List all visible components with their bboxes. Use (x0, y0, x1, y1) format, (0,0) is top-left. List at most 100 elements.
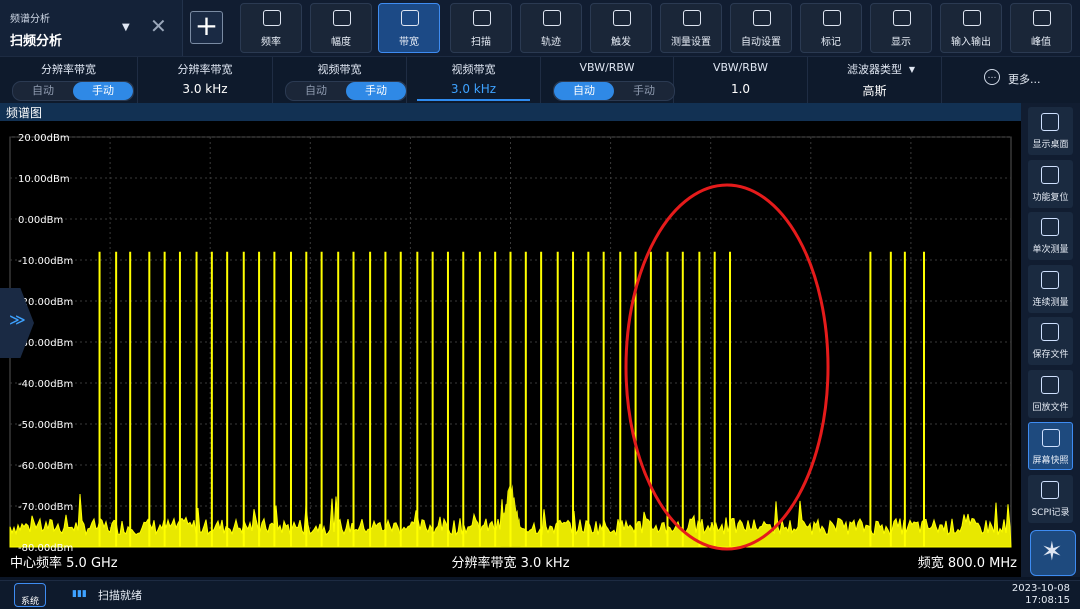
quick-button-2[interactable]: 单次测量 (1028, 212, 1073, 260)
toggle-manual[interactable]: 手动 (73, 82, 133, 100)
toggle-auto[interactable]: 自动 (286, 82, 346, 100)
mode-name: 扫频分析 (10, 34, 63, 49)
quick-button-label: 功能复位 (1032, 192, 1069, 203)
auto-manual-toggle[interactable]: 自动 手动 (553, 81, 675, 101)
setting-value[interactable]: 高斯 (808, 82, 941, 99)
quick-button-4[interactable]: 保存文件 (1028, 317, 1073, 365)
quick-button-label: 屏幕快照 (1032, 456, 1069, 466)
more-button[interactable]: 更多... (1008, 71, 1041, 87)
setting-cell-1[interactable]: 分辨率带宽 3.0 kHz (138, 57, 273, 103)
y-tick-label: -10.00dBm (18, 256, 73, 267)
tab-icon (473, 10, 491, 26)
toggle-manual[interactable]: 手动 (614, 82, 674, 100)
tab-0[interactable]: 频率 (240, 3, 302, 53)
quick-button-0[interactable]: 显示桌面 (1028, 107, 1073, 155)
quick-button-1[interactable]: 功能复位 (1028, 159, 1073, 208)
tab-10[interactable]: 输入输出 (940, 3, 1002, 53)
setting-title: 视频带宽 (451, 63, 496, 76)
quick-button-label: 单次测量 (1032, 245, 1069, 255)
tab-5[interactable]: 触发 (590, 3, 652, 53)
tab-label: 测量设置 (671, 37, 711, 48)
tab-icon (963, 10, 981, 26)
tab-label: 标记 (821, 37, 841, 48)
tab-7[interactable]: 自动设置 (730, 3, 792, 53)
tab-icon (613, 10, 631, 26)
setting-cell-4[interactable]: VBW/RBW 自动 手动 (541, 57, 675, 103)
quick-button-label: SCPI记录 (1031, 507, 1070, 518)
setting-title: 滤波器类型 (847, 63, 902, 76)
tab-label: 峰值 (1031, 37, 1051, 48)
quick-button-icon (1041, 113, 1059, 131)
quick-button-icon (1041, 480, 1059, 499)
time-text: 17:08:15 (1025, 595, 1070, 606)
tab-8[interactable]: 标记 (800, 3, 862, 53)
spectrum-plot[interactable]: 20.00dBm 10.00dBm 0.00dBm -10.00dBm -20.00dB… (0, 121, 1021, 577)
spectrum-title: 频谱图 (6, 106, 43, 120)
spectrum-panel-title: 频谱图 (0, 103, 1021, 121)
quick-button-label: 回放文件 (1032, 402, 1069, 413)
y-tick-label: -50.00dBm (18, 420, 73, 431)
setting-title: VBW/RBW (579, 61, 635, 74)
selection-underline (417, 99, 530, 101)
setting-value[interactable]: 3.0 kHz (138, 82, 272, 96)
tab-icon (543, 10, 561, 26)
tab-label: 幅度 (331, 37, 351, 48)
date-text: 2023-10-08 (1011, 583, 1070, 594)
app-menu-button[interactable]: ✶ (1030, 530, 1076, 576)
y-tick-label: -40.00dBm (18, 379, 73, 390)
setting-cell-5[interactable]: VBW/RBW 1.0 (674, 57, 808, 103)
toggle-manual[interactable]: 手动 (346, 82, 406, 100)
tab-3[interactable]: 扫描 (450, 3, 512, 53)
y-tick-label: 20.00dBm (18, 133, 70, 144)
tab-2[interactable]: 带宽 (378, 3, 440, 53)
tab-label: 输入输出 (951, 37, 991, 48)
auto-manual-toggle[interactable]: 自动 手动 (285, 81, 407, 101)
setting-title: 视频带宽 (317, 63, 362, 76)
quick-button-5[interactable]: 回放文件 (1028, 369, 1073, 418)
quick-button-7[interactable]: SCPI记录 (1028, 474, 1073, 523)
top-toolbar: 频谱分析 扫频分析 ▼ ✕ + 频率 幅度 带宽 扫描 轨迹 触发 测量设置 自动设置 标记 显示… (0, 0, 1080, 56)
add-window-button[interactable]: + (190, 11, 223, 44)
system-button[interactable]: 系统 (14, 583, 46, 607)
quick-button-3[interactable]: 连续测量 (1028, 264, 1073, 313)
y-tick-label: 0.00dBm (18, 215, 63, 226)
mode-category: 频谱分析 (10, 14, 50, 25)
setting-cell-6[interactable]: 滤波器类型高斯 ▼ (808, 57, 942, 103)
chevron-down-icon: ▼ (908, 65, 915, 74)
quick-button-icon (1041, 165, 1059, 184)
spectrum-chart[interactable]: 20.00dBm10.00dBm0.00dBm-10.00dBm-20.00dB… (0, 121, 1021, 577)
setting-cell-2[interactable]: 视频带宽自动 手动 (273, 57, 407, 103)
setting-value[interactable]: 3.0 kHz (407, 82, 540, 96)
setting-title: 分辨率带宽 (177, 63, 233, 76)
more-icon[interactable]: … (984, 69, 1000, 85)
quick-button-icon (1041, 323, 1059, 341)
rbw-label: 分辨率带宽 3.0 kHz (451, 555, 569, 571)
y-tick-label: 10.00dBm (18, 174, 70, 185)
tab-label: 带宽 (399, 37, 419, 48)
quick-button-label: 保存文件 (1032, 350, 1069, 360)
close-icon[interactable]: ✕ (150, 16, 167, 36)
tab-icon (823, 10, 841, 26)
setting-cell-3[interactable]: 视频带宽 3.0 kHz (407, 57, 541, 103)
toggle-auto[interactable]: 自动 (13, 82, 73, 100)
tab-1[interactable]: 幅度 (310, 3, 372, 53)
toggle-auto[interactable]: 自动 (554, 82, 614, 100)
quick-button-6[interactable]: 屏幕快照 (1028, 422, 1073, 470)
center-frequency-label: 中心频率 5.0 GHz (10, 555, 118, 571)
tab-6[interactable]: 测量设置 (660, 3, 722, 53)
quick-button-icon (1041, 218, 1059, 236)
tab-icon (333, 10, 351, 26)
tab-11[interactable]: 峰值 (1010, 3, 1072, 53)
span-label: 频宽 800.0 MHz (918, 555, 1017, 571)
tab-4[interactable]: 轨迹 (520, 3, 582, 53)
setting-value[interactable]: 1.0 (674, 82, 807, 96)
setting-cell-0[interactable]: 分辨率带宽 自动 手动 (0, 57, 138, 103)
y-tick-label: -60.00dBm (18, 461, 73, 472)
tab-icon (263, 10, 281, 26)
tab-9[interactable]: 显示 (870, 3, 932, 53)
auto-manual-toggle[interactable]: 自动 手动 (12, 81, 134, 101)
right-quick-bar: 显示桌面功能复位单次测量连续测量保存文件回放文件屏幕快照 SCPI记录 (1021, 103, 1080, 577)
tab-icon (401, 10, 419, 26)
sweep-status-text: 扫描就绪 (98, 589, 142, 602)
tab-label: 触发 (611, 37, 631, 48)
